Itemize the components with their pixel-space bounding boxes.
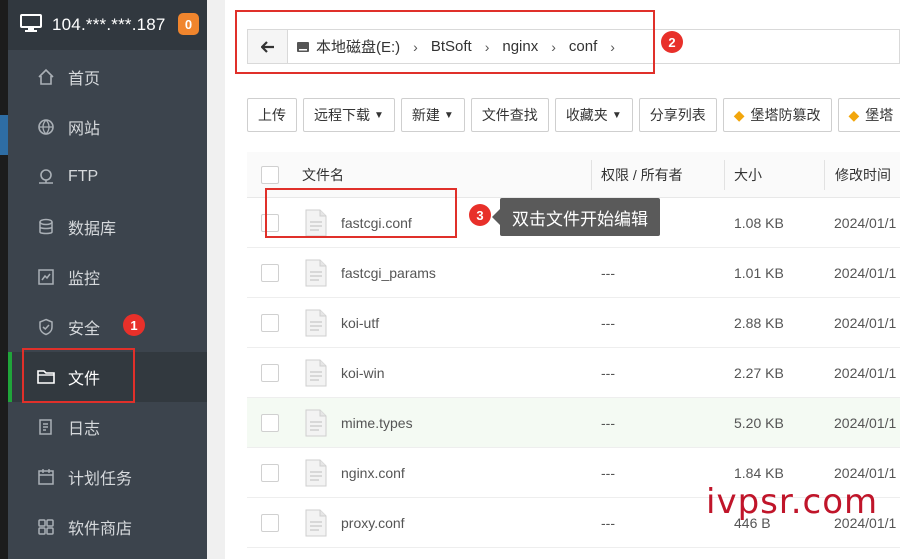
sidebar-item-0[interactable]: 首页 bbox=[8, 52, 207, 102]
file-modified: 2024/01/1 bbox=[834, 264, 897, 281]
file-permission: --- bbox=[601, 514, 615, 531]
file-permission: --- bbox=[601, 464, 615, 481]
sidebar-item-2[interactable]: FTP bbox=[8, 152, 207, 202]
select-all-checkbox[interactable] bbox=[261, 165, 279, 184]
sidebar-item-label: FTP bbox=[68, 168, 99, 185]
find-file-button[interactable]: 文件查找 bbox=[470, 98, 549, 132]
toolbar: 上传 远程下载 ▼ 新建 ▼ 文件查找 收藏夹 ▼ 分享列表 ◆ 堡塔防篡改 ◆ 堡塔 bbox=[247, 98, 900, 132]
log-icon bbox=[36, 417, 56, 437]
file-modified: 2024/01/1 bbox=[834, 314, 897, 331]
file-size: 5.20 KB bbox=[734, 414, 784, 431]
sidebar-item-label: 计划任务 bbox=[68, 471, 133, 488]
chevron-down-icon: ▼ bbox=[443, 109, 454, 121]
server-ip: 104.***.***.187 bbox=[52, 15, 166, 34]
step-badge-2: 2 bbox=[661, 31, 683, 53]
file-icon bbox=[305, 259, 327, 287]
table-row[interactable]: koi-win --- 2.27 KB 2024/01/1 bbox=[247, 348, 900, 398]
tamper-protect-button[interactable]: ◆ 堡塔防篡改 bbox=[722, 98, 832, 132]
tooltip: 双击文件开始编辑 bbox=[492, 198, 660, 236]
chevron-down-icon: ▼ bbox=[611, 109, 622, 121]
database-icon bbox=[36, 217, 56, 237]
share-list-button[interactable]: 分享列表 bbox=[638, 98, 717, 132]
table-row[interactable]: fastcgi_params --- 1.01 KB 2024/01/1 bbox=[247, 248, 900, 298]
file-permission: --- bbox=[601, 364, 615, 381]
sidebar-item-label: 日志 bbox=[68, 421, 101, 438]
sidebar-item-4[interactable]: 监控 bbox=[8, 252, 207, 302]
file-name[interactable]: fastcgi_params bbox=[341, 265, 436, 281]
calendar-icon bbox=[36, 467, 56, 487]
file-name[interactable]: proxy.conf bbox=[341, 515, 405, 531]
shield-icon bbox=[36, 317, 56, 337]
monitor-icon bbox=[20, 13, 42, 37]
sidebar-item-label: 安全 bbox=[68, 321, 101, 338]
sidebar-item-label: 数据库 bbox=[68, 221, 117, 238]
file-permission: --- bbox=[601, 264, 615, 281]
file-name[interactable]: koi-utf bbox=[341, 315, 379, 331]
header-modified[interactable]: 修改时间 bbox=[835, 152, 891, 197]
row-checkbox[interactable] bbox=[261, 463, 279, 482]
highlight-breadcrumb bbox=[235, 10, 655, 74]
file-modified: 2024/01/1 bbox=[834, 214, 897, 231]
globe-icon bbox=[36, 117, 56, 137]
sidebar-item-8[interactable]: 计划任务 bbox=[8, 452, 207, 502]
ftp-icon bbox=[36, 167, 56, 187]
highlight-files-menu bbox=[22, 348, 135, 403]
diamond-icon: ◆ bbox=[733, 106, 745, 123]
monitor-icon bbox=[36, 267, 56, 287]
new-button[interactable]: 新建 ▼ bbox=[400, 98, 465, 132]
file-modified: 2024/01/1 bbox=[834, 364, 897, 381]
server-header: 104.***.***.187 0 bbox=[8, 0, 207, 50]
sidebar: 104.***.***.187 0 首页 网站 FTP 数据库 监控 安全 文件 日志 计划任务… bbox=[8, 0, 207, 559]
sidebar-item-label: 首页 bbox=[68, 71, 101, 88]
highlight-file bbox=[265, 188, 457, 238]
file-size: 2.88 KB bbox=[734, 314, 784, 331]
notification-badge[interactable]: 0 bbox=[178, 13, 199, 35]
step-badge-1: 1 bbox=[123, 314, 145, 336]
diamond-icon: ◆ bbox=[848, 106, 860, 123]
table-row[interactable]: mime.types --- 5.20 KB 2024/01/1 bbox=[247, 398, 900, 448]
remote-download-button[interactable]: 远程下载 ▼ bbox=[303, 98, 395, 132]
sidebar-item-7[interactable]: 日志 bbox=[8, 402, 207, 452]
file-permission: --- bbox=[601, 414, 615, 431]
header-permission[interactable]: 权限 / 所有者 bbox=[601, 152, 683, 197]
window-edge bbox=[0, 0, 8, 559]
file-modified: 2024/01/1 bbox=[834, 414, 897, 431]
sidebar-item-3[interactable]: 数据库 bbox=[8, 202, 207, 252]
watermark: ivpsr.com bbox=[706, 482, 879, 522]
tamper-protect-button-2[interactable]: ◆ 堡塔 bbox=[837, 98, 900, 132]
sidebar-item-5[interactable]: 安全 bbox=[8, 302, 207, 352]
step-badge-3: 3 bbox=[469, 204, 491, 226]
upload-button[interactable]: 上传 bbox=[247, 98, 297, 132]
file-name[interactable]: mime.types bbox=[341, 415, 413, 431]
file-icon bbox=[305, 309, 327, 337]
sidebar-item-1[interactable]: 网站 bbox=[8, 102, 207, 152]
row-checkbox[interactable] bbox=[261, 363, 279, 382]
table-row[interactable]: koi-utf --- 2.88 KB 2024/01/1 bbox=[247, 298, 900, 348]
file-size: 1.08 KB bbox=[734, 214, 784, 231]
apps-icon bbox=[36, 517, 56, 537]
file-icon bbox=[305, 509, 327, 537]
file-permission: --- bbox=[601, 314, 615, 331]
sidebar-item-9[interactable]: 软件商店 bbox=[8, 502, 207, 552]
row-checkbox[interactable] bbox=[261, 413, 279, 432]
home-icon bbox=[36, 67, 56, 87]
sidebar-item-label: 网站 bbox=[68, 121, 101, 138]
chevron-down-icon: ▼ bbox=[374, 109, 384, 121]
file-size: 1.01 KB bbox=[734, 264, 784, 281]
file-size: 2.27 KB bbox=[734, 364, 784, 381]
sidebar-item-label: 监控 bbox=[68, 271, 101, 288]
row-checkbox[interactable] bbox=[261, 513, 279, 532]
favorites-button[interactable]: 收藏夹 ▼ bbox=[554, 98, 633, 132]
file-icon bbox=[305, 459, 327, 487]
file-name[interactable]: nginx.conf bbox=[341, 465, 405, 481]
row-checkbox[interactable] bbox=[261, 313, 279, 332]
file-manager: 本地磁盘(E:) › BtSoft › nginx › conf › 上传 远程… bbox=[225, 0, 900, 559]
row-checkbox[interactable] bbox=[261, 263, 279, 282]
file-icon bbox=[305, 409, 327, 437]
header-size[interactable]: 大小 bbox=[734, 152, 762, 197]
file-name[interactable]: koi-win bbox=[341, 365, 385, 381]
file-icon bbox=[305, 359, 327, 387]
sidebar-item-label: 软件商店 bbox=[68, 521, 133, 538]
